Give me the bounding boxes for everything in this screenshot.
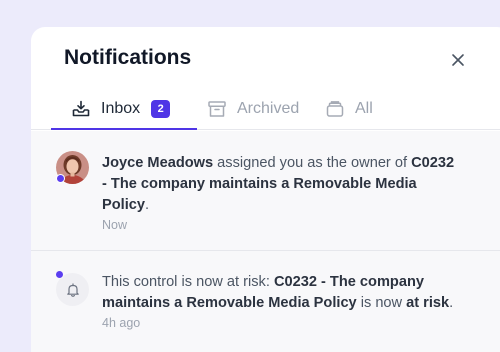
unread-indicator [55, 270, 64, 279]
inbox-icon [72, 100, 90, 116]
tab-inbox-label: Inbox [101, 99, 141, 117]
panel-title: Notifications [64, 46, 192, 69]
message-text: assigned you as the owner of [213, 155, 412, 171]
bell-icon [66, 282, 79, 297]
inbox-count-badge: 2 [151, 99, 171, 118]
tab-archived[interactable]: Archived [207, 87, 299, 130]
active-tab-indicator [51, 128, 197, 130]
status-text: at risk [406, 295, 450, 311]
tab-all-label: All [355, 99, 373, 117]
close-icon[interactable] [449, 51, 467, 69]
stack-icon [326, 100, 344, 117]
message-text-end: . [145, 197, 150, 213]
notification-message: Joyce Meadows assigned you as the owner … [102, 153, 462, 233]
message-text-mid: is now [356, 295, 407, 311]
notifications-panel: Notifications Inbox 2 Archived All Joyce… [31, 27, 500, 352]
tab-archived-label: Archived [237, 99, 300, 117]
actor-name: Joyce Meadows [102, 155, 214, 171]
message-text: This control is now at risk: [102, 274, 274, 290]
notification-list: Joyce Meadows assigned you as the owner … [31, 131, 500, 352]
tab-inbox[interactable]: Inbox 2 [71, 87, 171, 130]
notification-time: Now [102, 218, 128, 232]
message-text-end: . [449, 295, 454, 311]
unread-indicator [56, 174, 65, 183]
notification-item[interactable]: This control is now at risk: C0232 - The… [31, 251, 500, 352]
notification-message: This control is now at risk: C0232 - The… [102, 272, 462, 331]
tab-bar: Inbox 2 Archived All [31, 87, 500, 130]
notification-item[interactable]: Joyce Meadows assigned you as the owner … [31, 131, 500, 251]
archive-icon [208, 100, 226, 117]
notification-time: 4h ago [102, 316, 141, 330]
tab-all[interactable]: All [325, 87, 373, 130]
bell-avatar [55, 270, 91, 306]
